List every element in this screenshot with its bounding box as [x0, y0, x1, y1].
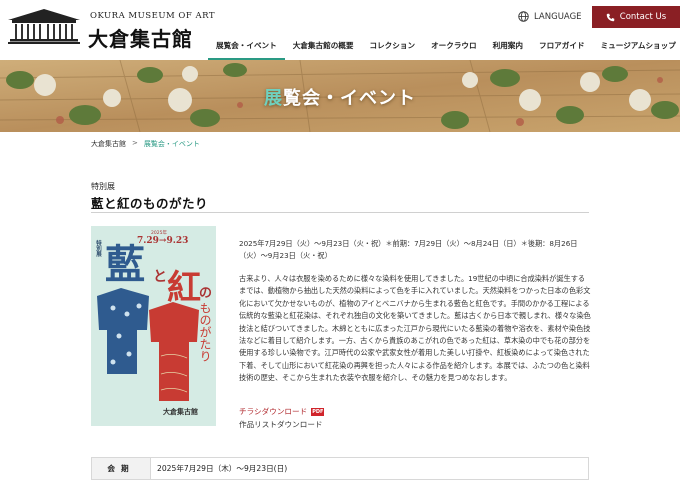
poster-museum-name: 大倉集古館 [163, 407, 198, 416]
breadcrumb-separator: > [132, 139, 138, 147]
poster-no-character: の [199, 286, 213, 301]
flyer-download-link[interactable]: チラシダウンロード PDF [239, 406, 325, 417]
exhibition-category: 特別展 [91, 182, 115, 191]
breadcrumb-home-link[interactable]: 大倉集古館 [91, 139, 126, 149]
nav-item-exhibitions-events[interactable]: 展覧会・イベント [208, 36, 285, 60]
logo-japanese-name: 大倉集古館 [88, 27, 193, 51]
nav-item-floor-guide[interactable]: フロアガイド [531, 36, 593, 60]
nav-item-about[interactable]: 大倉集古館の概要 [285, 36, 362, 60]
phone-icon [606, 13, 615, 21]
exhibition-info-table: 会期 2025年7月29日（木）～9月23日(日) [91, 457, 589, 480]
museum-logo[interactable]: OKURA MUSEUM OF ART 大倉集古館 [6, 6, 215, 51]
poster-beni-character: 紅 [167, 268, 201, 308]
exhibition-dates: 2025年7月29日（火）～9月23日（火・祝）＊前期：7月29日（火）～8月2… [239, 239, 578, 260]
pdf-icon: PDF [311, 407, 325, 416]
contact-us-button[interactable]: Contact Us [592, 6, 680, 28]
nav-item-museum-shop[interactable]: ミュージアムショップ [593, 36, 680, 60]
hero-title: 展覧会・イベント [0, 84, 680, 110]
poster-rest-text: ものがたり [198, 302, 212, 362]
museum-building-icon [6, 6, 82, 46]
nav-item-okura-auro[interactable]: オークラウロ [423, 36, 485, 60]
language-label: LANGUAGE [534, 11, 582, 22]
global-navigation: 展覧会・イベント 大倉集古館の概要 コレクション オークラウロ 利用案内 フロア… [208, 36, 680, 60]
flyer-download-label: チラシダウンロード [239, 407, 308, 416]
exhibition-poster[interactable]: 特別展 2025年 7.29→9.23 藍 と 紅 の ものがたり 大倉集古館 [91, 226, 216, 426]
hero-title-accent: 展 [264, 88, 283, 109]
poster-to-character: と [153, 269, 167, 285]
breadcrumb-current[interactable]: 展覧会・イベント [144, 139, 200, 149]
nav-item-collection[interactable]: コレクション [362, 36, 424, 60]
logo-english-name: OKURA MUSEUM OF ART [90, 11, 216, 21]
table-header-period: 会期 [92, 458, 151, 479]
contact-us-label: Contact Us [619, 12, 667, 22]
globe-icon [518, 11, 529, 22]
nav-item-visitor-info[interactable]: 利用案内 [485, 36, 531, 60]
hero-banner: 展覧会・イベント [0, 60, 680, 132]
site-header: OKURA MUSEUM OF ART 大倉集古館 LANGUAGE Conta… [0, 0, 680, 60]
exhibition-description: 古来より、人々は衣服を染めるために様々な染料を使用してきました。19世紀の中頃に… [239, 274, 591, 383]
table-cell-period: 2025年7月29日（木）～9月23日(日) [157, 464, 288, 473]
hero-title-rest: 覧会・イベント [283, 88, 416, 109]
poster-ai-character: 藍 [105, 241, 145, 288]
breadcrumb: 大倉集古館 > 展覧会・イベント [91, 139, 200, 149]
works-list-download-link[interactable]: 作品リストダウンロード [239, 419, 323, 430]
exhibition-title: 藍と紅のものがたり [91, 196, 209, 211]
poster-tag: 特別展 [95, 240, 101, 257]
title-divider [91, 212, 589, 213]
language-selector[interactable]: LANGUAGE [518, 11, 582, 22]
